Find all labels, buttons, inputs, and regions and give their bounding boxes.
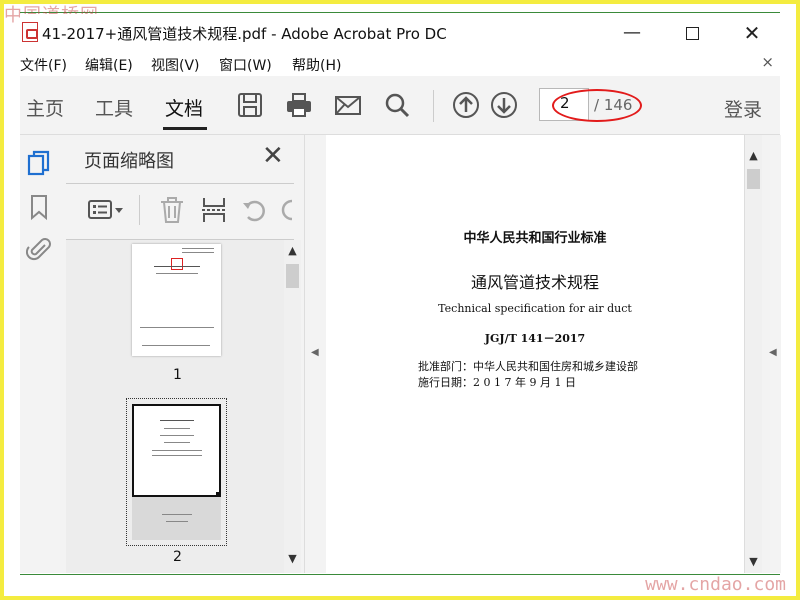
bookmarks-icon[interactable] (26, 193, 52, 221)
scroll-down-icon[interactable]: ▼ (284, 552, 301, 565)
minimize-icon: — (623, 22, 641, 43)
menu-file[interactable]: 文件(F) (20, 55, 67, 75)
thumb-text-line (142, 345, 210, 346)
search-icon[interactable] (383, 91, 411, 119)
doc-scrollbar-thumb[interactable] (747, 169, 760, 189)
close-window-button[interactable]: ✕ (732, 18, 772, 48)
doc-code: JGJ/T 141－2017 (484, 332, 586, 345)
extract-pages-icon[interactable] (200, 195, 228, 225)
thumb-text-line (166, 521, 188, 522)
scrollbar-thumb[interactable] (286, 264, 299, 288)
page-up-icon[interactable] (452, 91, 480, 119)
thumb-text-line (152, 455, 202, 456)
rotate-left-icon[interactable] (240, 195, 270, 225)
doc-date: 施行日期：2 0 1 7 年 9 月 1 日 (418, 376, 576, 389)
doc-heading: 中华人民共和国行业标准 (463, 231, 607, 246)
pdf-file-icon (22, 22, 38, 42)
active-tab-indicator (163, 127, 207, 130)
thumbnail-panel: 页面缩略图 ✕ 1 2 ▲ ▼ (66, 135, 304, 573)
menu-close-icon[interactable]: × (761, 53, 774, 71)
panel-close-icon[interactable]: ✕ (262, 143, 284, 169)
thumb-text-line (182, 248, 214, 249)
top-border-line (20, 12, 780, 13)
page-thumbnails-icon[interactable] (26, 149, 52, 177)
menu-help[interactable]: 帮助(H) (292, 55, 341, 75)
document-page: 中华人民共和国行业标准 通风管道技术规程 Technical specifica… (326, 135, 744, 573)
thumbnail-page-1[interactable] (132, 244, 221, 356)
panel-title: 页面缩略图 (84, 151, 174, 172)
thumb-text-line (164, 428, 190, 429)
tab-home[interactable]: 主页 (26, 94, 64, 121)
email-icon[interactable] (334, 91, 362, 119)
thumb-text-line (182, 252, 214, 253)
thumb-text-line (160, 420, 194, 421)
panel-tool-separator (139, 195, 140, 225)
menu-window[interactable]: 窗口(W) (219, 55, 272, 75)
close-icon: ✕ (743, 21, 761, 45)
delete-icon[interactable] (158, 195, 186, 225)
attachments-icon[interactable] (26, 235, 52, 263)
save-icon[interactable] (236, 91, 264, 119)
thumb-red-mark (171, 258, 183, 270)
doc-scroll-up-icon[interactable]: ▲ (745, 149, 762, 162)
thumbnail-viewport-box (132, 404, 221, 497)
thumbnail-options-icon[interactable] (86, 195, 126, 225)
thumbnail-list: 1 2 (66, 240, 284, 573)
maximize-icon (685, 26, 699, 40)
page-down-icon[interactable] (490, 91, 518, 119)
thumbnail-label-2: 2 (173, 549, 182, 565)
tab-tools[interactable]: 工具 (95, 94, 133, 121)
thumbnail-page-2[interactable] (132, 404, 221, 540)
thumbnail-label-1: 1 (173, 367, 182, 383)
expand-right-pane-icon[interactable]: ◀ (769, 347, 777, 358)
thumb-text-line (162, 514, 192, 515)
thumbnail-scrollbar[interactable]: ▲ ▼ (284, 240, 301, 573)
maximize-button[interactable] (672, 18, 712, 48)
collapse-left-icon[interactable]: ◀ (311, 347, 319, 358)
resize-handle[interactable] (216, 492, 221, 497)
menu-bar: 文件(F) 编辑(E) 视图(V) 窗口(W) 帮助(H) × (20, 52, 780, 76)
minimize-button[interactable]: — (612, 18, 652, 48)
title-bar: 41-2017+通风管道技术规程.pdf - Adobe Acrobat Pro… (20, 14, 780, 52)
thumb-text-line (164, 442, 190, 443)
panel-collapse-bar[interactable]: ◀ (304, 135, 327, 573)
thumb-title-line (154, 266, 200, 267)
scroll-up-icon[interactable]: ▲ (284, 244, 301, 257)
watermark-bottom-right: www.cndao.com (645, 574, 786, 595)
doc-subtitle: Technical specification for air duct (438, 302, 632, 315)
rotate-right-icon[interactable] (280, 195, 294, 225)
thumb-text-line (140, 327, 214, 328)
toolbar-separator (433, 90, 434, 122)
left-navigation-rail (20, 135, 67, 573)
print-icon[interactable] (285, 91, 313, 119)
menu-edit[interactable]: 编辑(E) (85, 55, 133, 75)
login-button[interactable]: 登录 (724, 95, 762, 122)
thumb-text-line (160, 435, 194, 436)
window-title: 41-2017+通风管道技术规程.pdf - Adobe Acrobat Pro… (42, 25, 447, 43)
document-scrollbar[interactable]: ▲ ▼ (745, 135, 762, 573)
tab-document[interactable]: 文档 (165, 94, 203, 121)
thumb-text-line (152, 450, 202, 451)
doc-title: 通风管道技术规程 (470, 273, 599, 292)
panel-divider (66, 183, 294, 184)
menu-view[interactable]: 视图(V) (151, 55, 200, 75)
doc-approval: 批准部门：中华人民共和国住房和城乡建设部 (418, 360, 638, 373)
main-toolbar: 主页 工具 文档 2 / 146 登录 (20, 76, 780, 135)
doc-scroll-down-icon[interactable]: ▼ (745, 555, 762, 568)
thumb-text-line (156, 273, 198, 274)
red-highlight-annotation (552, 89, 642, 122)
right-side-area: ▲ ▼ ◀ (744, 135, 781, 573)
